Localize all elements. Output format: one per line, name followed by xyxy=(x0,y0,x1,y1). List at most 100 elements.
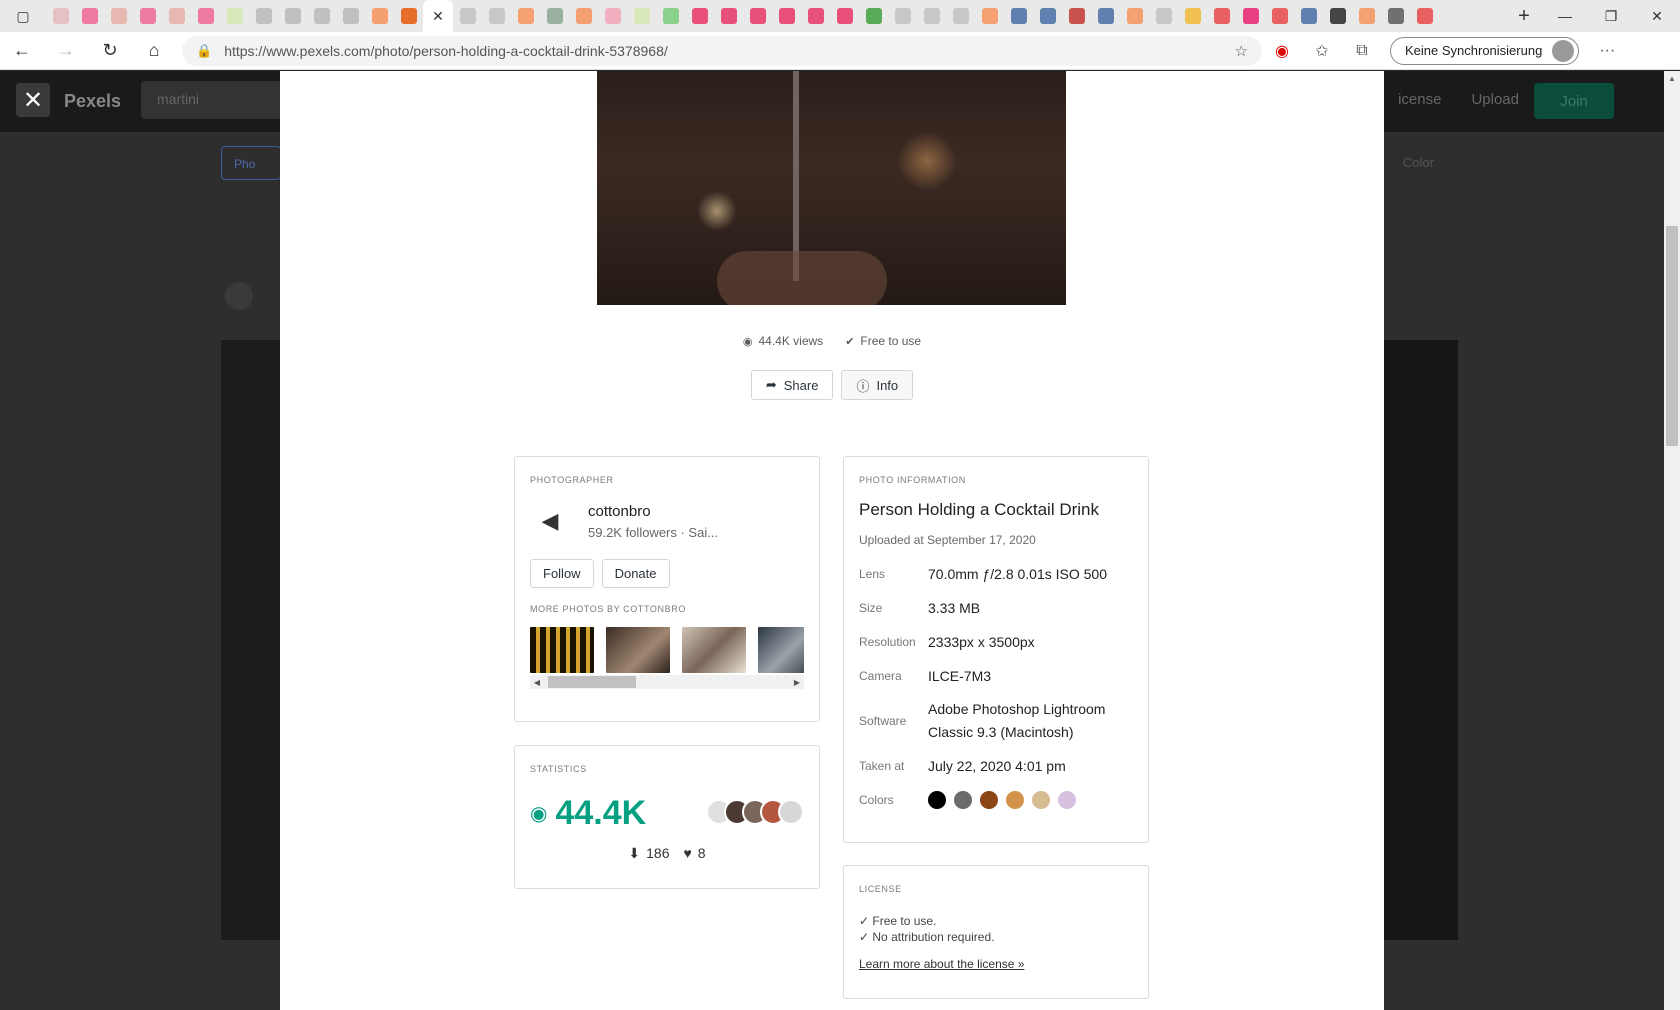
scrollbar-thumb[interactable] xyxy=(548,676,636,688)
browser-tab[interactable] xyxy=(453,0,482,32)
license-link[interactable]: Learn more about the license » xyxy=(859,957,1133,971)
browser-tab[interactable] xyxy=(1352,0,1381,32)
browser-tab[interactable] xyxy=(1207,0,1236,32)
browser-tab[interactable] xyxy=(278,0,307,32)
browser-tab[interactable] xyxy=(365,0,394,32)
browser-tab[interactable] xyxy=(656,0,685,32)
sync-button[interactable]: Keine Synchronisierung xyxy=(1390,36,1580,65)
browser-tab[interactable] xyxy=(917,0,946,32)
browser-tab[interactable] xyxy=(598,0,627,32)
forward-icon[interactable]: → xyxy=(44,32,88,70)
settings-menu-icon[interactable]: ··· xyxy=(1587,42,1627,60)
page-scrollbar[interactable]: ▲ xyxy=(1664,71,1680,1010)
browser-tab[interactable] xyxy=(1120,0,1149,32)
donate-button[interactable]: Donate xyxy=(601,559,670,588)
home-icon[interactable]: ⌂ xyxy=(132,32,176,70)
browser-tab[interactable] xyxy=(685,0,714,32)
browser-tab[interactable] xyxy=(888,0,917,32)
browser-tab[interactable] xyxy=(1236,0,1265,32)
follow-button[interactable]: Follow xyxy=(530,559,594,588)
browser-tab[interactable] xyxy=(1381,0,1410,32)
browser-tab[interactable] xyxy=(627,0,656,32)
close-window-icon[interactable]: ✕ xyxy=(1634,0,1680,32)
collections-icon[interactable]: ⧉ xyxy=(1342,42,1382,60)
info-button[interactable]: ⓘ Info xyxy=(841,370,914,400)
scroll-up-icon[interactable]: ▲ xyxy=(1664,71,1680,87)
browser-tab[interactable] xyxy=(1265,0,1294,32)
browser-tab[interactable] xyxy=(743,0,772,32)
browser-tab[interactable] xyxy=(946,0,975,32)
photo-thumbnail[interactable] xyxy=(530,627,594,673)
browser-tab[interactable] xyxy=(975,0,1004,32)
browser-tab[interactable] xyxy=(1149,0,1178,32)
color-swatch[interactable] xyxy=(1058,791,1076,809)
downloads-count: 186 xyxy=(646,845,670,861)
close-tab-icon[interactable]: ✕ xyxy=(430,8,446,24)
photo-thumbnail[interactable] xyxy=(606,627,670,673)
browser-tab[interactable] xyxy=(104,0,133,32)
browser-tab[interactable] xyxy=(394,0,423,32)
page-scrollbar-thumb[interactable] xyxy=(1666,226,1678,446)
browser-tab[interactable] xyxy=(1004,0,1033,32)
browser-tab[interactable] xyxy=(772,0,801,32)
browser-tab[interactable] xyxy=(133,0,162,32)
browser-tab[interactable] xyxy=(569,0,598,32)
browser-tab[interactable] xyxy=(1033,0,1062,32)
browser-tab[interactable] xyxy=(511,0,540,32)
browser-tab[interactable] xyxy=(1410,0,1439,32)
active-tab[interactable]: ✕ xyxy=(423,0,453,32)
add-favorite-icon[interactable]: ☆ xyxy=(1235,42,1248,60)
browser-tab[interactable] xyxy=(1062,0,1091,32)
info-value: Adobe Photoshop Lightroom Classic 9.3 (M… xyxy=(928,701,1106,740)
photographer-avatar-icon[interactable]: ◀ xyxy=(530,501,570,541)
browser-tab[interactable] xyxy=(249,0,278,32)
restore-icon[interactable]: ❐ xyxy=(1588,0,1634,32)
reload-icon[interactable]: ↻ xyxy=(88,32,132,70)
browser-tab[interactable] xyxy=(801,0,830,32)
photo-actions: ➦ Share ⓘ Info xyxy=(280,370,1384,400)
views-count: 44.4K xyxy=(555,794,647,832)
color-swatch[interactable] xyxy=(1032,791,1050,809)
browser-tab[interactable] xyxy=(540,0,569,32)
browser-tab[interactable] xyxy=(75,0,104,32)
favorites-icon[interactable]: ✩ xyxy=(1302,41,1342,61)
tab-actions-icon[interactable]: ▢ xyxy=(0,0,46,32)
browser-tab[interactable] xyxy=(46,0,75,32)
browser-tab[interactable] xyxy=(830,0,859,32)
browser-tab[interactable] xyxy=(714,0,743,32)
color-swatch[interactable] xyxy=(1006,791,1024,809)
tab-favicon-icon xyxy=(662,8,679,24)
url-field[interactable]: 🔒 https://www.pexels.com/photo/person-ho… xyxy=(182,35,1262,66)
browser-tab[interactable] xyxy=(191,0,220,32)
thumbnails-scrollbar[interactable]: ◀ ▶ xyxy=(530,675,804,689)
back-icon[interactable]: ← xyxy=(0,32,44,70)
photographer-name[interactable]: cottonbro xyxy=(588,503,718,520)
small-stats: ⬇ 186 ♥ 8 xyxy=(530,845,804,862)
browser-tab[interactable] xyxy=(162,0,191,32)
browser-tab[interactable] xyxy=(1091,0,1120,32)
scroll-left-icon[interactable]: ◀ xyxy=(530,678,544,687)
color-swatch[interactable] xyxy=(954,791,972,809)
share-button[interactable]: ➦ Share xyxy=(750,370,834,400)
photo-thumbnail[interactable] xyxy=(682,627,746,673)
scroll-right-icon[interactable]: ▶ xyxy=(790,678,804,687)
minimize-icon[interactable]: — xyxy=(1542,0,1588,32)
lock-icon[interactable]: 🔒 xyxy=(196,43,212,59)
photo-preview[interactable] xyxy=(597,71,1066,305)
extension-icon[interactable]: ◉ xyxy=(1262,41,1302,61)
new-tab-button[interactable]: + xyxy=(1506,5,1542,28)
browser-tab[interactable] xyxy=(1294,0,1323,32)
photo-thumbnail[interactable] xyxy=(758,627,804,673)
browser-tab[interactable] xyxy=(1178,0,1207,32)
browser-tab[interactable] xyxy=(336,0,365,32)
url-text[interactable]: https://www.pexels.com/photo/person-hold… xyxy=(224,43,1234,59)
color-swatch[interactable] xyxy=(980,791,998,809)
tab-strip: ✕ xyxy=(46,0,1506,32)
browser-tab[interactable] xyxy=(220,0,249,32)
browser-tab[interactable] xyxy=(482,0,511,32)
browser-tab[interactable] xyxy=(1323,0,1352,32)
close-modal-icon[interactable]: ✕ xyxy=(16,83,50,117)
browser-tab[interactable] xyxy=(307,0,336,32)
browser-tab[interactable] xyxy=(859,0,888,32)
color-swatch[interactable] xyxy=(928,791,946,809)
